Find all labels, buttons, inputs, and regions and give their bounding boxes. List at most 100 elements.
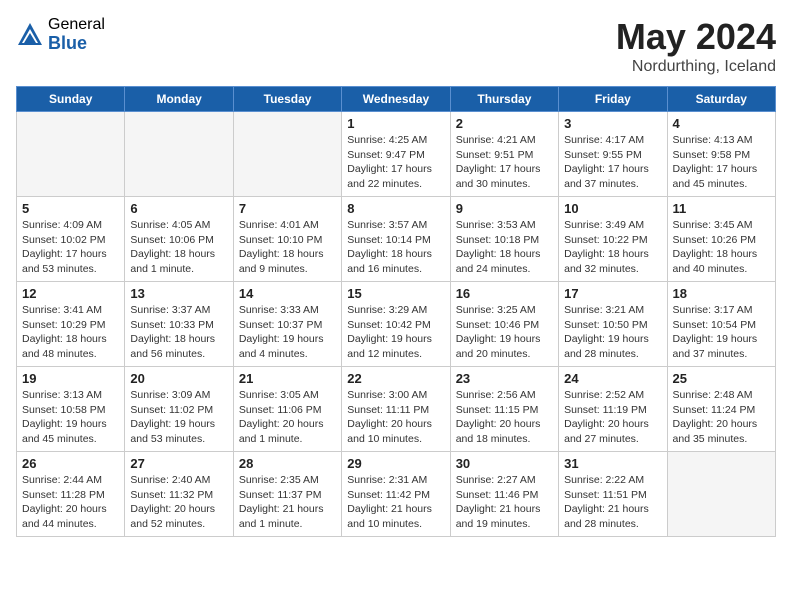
day-info: Sunrise: 3:09 AMSunset: 11:02 PMDaylight… — [130, 388, 227, 447]
empty-cell — [17, 112, 125, 197]
day-info: Sunrise: 3:57 AMSunset: 10:14 PMDaylight… — [347, 218, 444, 277]
day-number: 10 — [564, 201, 661, 216]
day-info: Sunrise: 4:17 AMSunset: 9:55 PMDaylight:… — [564, 133, 661, 192]
day-cell-13: 13 Sunrise: 3:37 AMSunset: 10:33 PMDaylig… — [125, 282, 233, 367]
day-cell-22: 22 Sunrise: 3:00 AMSunset: 11:11 PMDaylig… — [342, 367, 450, 452]
day-cell-29: 29Sunrise: 2:31 AMSunset: 11:42 PMDaylig… — [342, 452, 450, 537]
weekday-header-monday: Monday — [125, 87, 233, 112]
day-number: 7 — [239, 201, 336, 216]
day-cell-24: 24Sunrise: 2:52 AMSunset: 11:19 PMDaylig… — [559, 367, 667, 452]
day-info: Sunrise: 4:01 AMSunset: 10:10 PMDaylight… — [239, 218, 336, 277]
day-number: 17 — [564, 286, 661, 301]
day-number: 13 — [130, 286, 227, 301]
day-number: 28 — [239, 456, 336, 471]
week-row-5: 26 Sunrise: 2:44 AMSunset: 11:28 PMDaylig… — [17, 452, 776, 537]
day-cell-31: 31 Sunrise: 2:22 AMSunset: 11:51 PMDaylig… — [559, 452, 667, 537]
day-info: Sunrise: 3:05 AMSunset: 11:06 PMDaylight… — [239, 388, 336, 447]
day-number: 2 — [456, 116, 553, 131]
day-cell-12: 12Sunrise: 3:41 AMSunset: 10:29 PMDaylig… — [17, 282, 125, 367]
day-number: 3 — [564, 116, 661, 131]
day-number: 30 — [456, 456, 553, 471]
day-cell-2: 2 Sunrise: 4:21 AMSunset: 9:51 PMDaylight… — [450, 112, 558, 197]
day-cell-8: 8Sunrise: 3:57 AMSunset: 10:14 PMDayligh… — [342, 197, 450, 282]
day-number: 24 — [564, 371, 661, 386]
day-number: 14 — [239, 286, 336, 301]
weekday-header-sunday: Sunday — [17, 87, 125, 112]
day-number: 23 — [456, 371, 553, 386]
day-cell-20: 20Sunrise: 3:09 AMSunset: 11:02 PMDaylig… — [125, 367, 233, 452]
weekday-header-thursday: Thursday — [450, 87, 558, 112]
day-cell-11: 11Sunrise: 3:45 AMSunset: 10:26 PMDaylig… — [667, 197, 775, 282]
empty-cell — [667, 452, 775, 537]
day-info: Sunrise: 3:33 AMSunset: 10:37 PMDaylight… — [239, 303, 336, 362]
week-row-2: 5 Sunrise: 4:09 AMSunset: 10:02 PMDayligh… — [17, 197, 776, 282]
day-info: Sunrise: 2:31 AMSunset: 11:42 PMDaylight… — [347, 473, 444, 532]
day-info: Sunrise: 4:05 AMSunset: 10:06 PMDaylight… — [130, 218, 227, 277]
day-number: 19 — [22, 371, 119, 386]
day-number: 27 — [130, 456, 227, 471]
day-cell-21: 21Sunrise: 3:05 AMSunset: 11:06 PMDaylig… — [233, 367, 341, 452]
day-cell-18: 18 Sunrise: 3:17 AMSunset: 10:54 PMDaylig… — [667, 282, 775, 367]
day-info: Sunrise: 3:29 AMSunset: 10:42 PMDaylight… — [347, 303, 444, 362]
day-cell-9: 9 Sunrise: 3:53 AMSunset: 10:18 PMDayligh… — [450, 197, 558, 282]
day-cell-23: 23 Sunrise: 2:56 AMSunset: 11:15 PMDaylig… — [450, 367, 558, 452]
logo-text: GeneralBlue — [48, 16, 105, 53]
day-number: 15 — [347, 286, 444, 301]
day-cell-15: 15 Sunrise: 3:29 AMSunset: 10:42 PMDaylig… — [342, 282, 450, 367]
weekday-header-friday: Friday — [559, 87, 667, 112]
logo-blue: Blue — [48, 34, 105, 54]
day-cell-19: 19 Sunrise: 3:13 AMSunset: 10:58 PMDaylig… — [17, 367, 125, 452]
day-number: 26 — [22, 456, 119, 471]
day-info: Sunrise: 4:25 AMSunset: 9:47 PMDaylight:… — [347, 133, 444, 192]
day-number: 11 — [673, 201, 770, 216]
day-info: Sunrise: 3:37 AMSunset: 10:33 PMDaylight… — [130, 303, 227, 362]
day-number: 31 — [564, 456, 661, 471]
day-cell-6: 6Sunrise: 4:05 AMSunset: 10:06 PMDayligh… — [125, 197, 233, 282]
day-number: 25 — [673, 371, 770, 386]
day-info: Sunrise: 2:27 AMSunset: 11:46 PMDaylight… — [456, 473, 553, 532]
day-cell-14: 14 Sunrise: 3:33 AMSunset: 10:37 PMDaylig… — [233, 282, 341, 367]
day-cell-5: 5 Sunrise: 4:09 AMSunset: 10:02 PMDayligh… — [17, 197, 125, 282]
day-info: Sunrise: 4:13 AMSunset: 9:58 PMDaylight:… — [673, 133, 770, 192]
day-cell-17: 17 Sunrise: 3:21 AMSunset: 10:50 PMDaylig… — [559, 282, 667, 367]
day-info: Sunrise: 3:00 AMSunset: 11:11 PMDaylight… — [347, 388, 444, 447]
day-info: Sunrise: 3:17 AMSunset: 10:54 PMDaylight… — [673, 303, 770, 362]
weekday-header-wednesday: Wednesday — [342, 87, 450, 112]
day-info: Sunrise: 3:41 AMSunset: 10:29 PMDaylight… — [22, 303, 119, 362]
day-cell-7: 7 Sunrise: 4:01 AMSunset: 10:10 PMDayligh… — [233, 197, 341, 282]
empty-cell — [125, 112, 233, 197]
day-cell-30: 30 Sunrise: 2:27 AMSunset: 11:46 PMDaylig… — [450, 452, 558, 537]
day-cell-4: 4 Sunrise: 4:13 AMSunset: 9:58 PMDaylight… — [667, 112, 775, 197]
weekday-header-tuesday: Tuesday — [233, 87, 341, 112]
day-number: 1 — [347, 116, 444, 131]
day-info: Sunrise: 2:35 AMSunset: 11:37 PMDaylight… — [239, 473, 336, 532]
empty-cell — [233, 112, 341, 197]
calendar-table: SundayMondayTuesdayWednesdayThursdayFrid… — [16, 86, 776, 537]
day-info: Sunrise: 2:22 AMSunset: 11:51 PMDaylight… — [564, 473, 661, 532]
logo: GeneralBlue — [16, 16, 105, 53]
logo-icon — [16, 21, 44, 49]
day-number: 16 — [456, 286, 553, 301]
day-number: 5 — [22, 201, 119, 216]
day-cell-3: 3 Sunrise: 4:17 AMSunset: 9:55 PMDaylight… — [559, 112, 667, 197]
day-info: Sunrise: 3:21 AMSunset: 10:50 PMDaylight… — [564, 303, 661, 362]
day-info: Sunrise: 2:56 AMSunset: 11:15 PMDaylight… — [456, 388, 553, 447]
day-info: Sunrise: 3:25 AMSunset: 10:46 PMDaylight… — [456, 303, 553, 362]
day-number: 18 — [673, 286, 770, 301]
page-header: GeneralBlue May 2024 Nordurthing, Icelan… — [16, 16, 776, 76]
day-info: Sunrise: 3:13 AMSunset: 10:58 PMDaylight… — [22, 388, 119, 447]
day-info: Sunrise: 3:49 AMSunset: 10:22 PMDaylight… — [564, 218, 661, 277]
day-number: 4 — [673, 116, 770, 131]
week-row-3: 12Sunrise: 3:41 AMSunset: 10:29 PMDaylig… — [17, 282, 776, 367]
day-info: Sunrise: 4:09 AMSunset: 10:02 PMDaylight… — [22, 218, 119, 277]
day-info: Sunrise: 2:44 AMSunset: 11:28 PMDaylight… — [22, 473, 119, 532]
day-cell-25: 25Sunrise: 2:48 AMSunset: 11:24 PMDaylig… — [667, 367, 775, 452]
day-cell-10: 10 Sunrise: 3:49 AMSunset: 10:22 PMDaylig… — [559, 197, 667, 282]
location-subtitle: Nordurthing, Iceland — [616, 58, 776, 76]
day-number: 9 — [456, 201, 553, 216]
weekday-header-saturday: Saturday — [667, 87, 775, 112]
day-info: Sunrise: 3:53 AMSunset: 10:18 PMDaylight… — [456, 218, 553, 277]
day-cell-27: 27Sunrise: 2:40 AMSunset: 11:32 PMDaylig… — [125, 452, 233, 537]
day-number: 22 — [347, 371, 444, 386]
day-info: Sunrise: 4:21 AMSunset: 9:51 PMDaylight:… — [456, 133, 553, 192]
